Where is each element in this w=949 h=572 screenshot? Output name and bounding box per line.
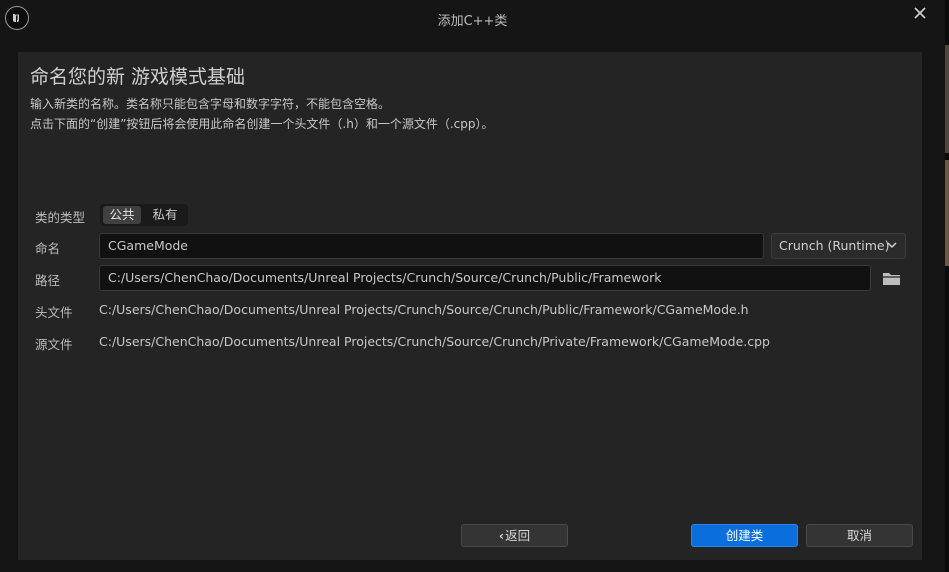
back-button[interactable]: ‹返回 (461, 524, 568, 547)
background-thumb-1 (945, 45, 949, 153)
header-file-path: C:/Users/ChenChao/Documents/Unreal Proje… (99, 302, 749, 317)
header-file-label: 头文件 (35, 305, 73, 320)
close-icon (914, 7, 926, 19)
class-type-toggle: 公共 私有 (100, 204, 188, 226)
cancel-button[interactable]: 取消 (806, 524, 913, 547)
create-class-button[interactable]: 创建类 (691, 524, 798, 547)
chevron-down-icon (887, 242, 897, 249)
content-panel: 命名您的新 游戏模式基础 输入新类的名称。类名称只能包含字母和数字字符，不能包含… (18, 52, 922, 560)
close-button[interactable] (908, 3, 932, 25)
chevron-left-icon: ‹ (498, 528, 505, 543)
background-thumb-2 (945, 160, 949, 266)
module-dropdown[interactable]: Crunch (Runtime) (771, 233, 906, 259)
folder-icon (883, 273, 900, 285)
source-file-path: C:/Users/ChenChao/Documents/Unreal Proje… (99, 334, 770, 349)
browse-folder-button[interactable] (882, 271, 902, 287)
background-window-edge (945, 0, 949, 572)
class-type-public-option[interactable]: 公共 (103, 206, 141, 224)
description-line-2: 点击下面的“创建”按钮后将会使用此命名创建一个头文件（.h）和一个源文件（.cp… (30, 117, 494, 131)
description-line-1: 输入新类的名称。类名称只能包含字母和数字字符，不能包含空格。 (30, 97, 391, 111)
source-file-label: 源文件 (35, 337, 73, 352)
class-type-private-option[interactable]: 私有 (146, 206, 184, 224)
name-label: 命名 (35, 241, 61, 256)
page-title: 命名您的新 游戏模式基础 (30, 66, 246, 88)
path-input[interactable]: C:/Users/ChenChao/Documents/Unreal Proje… (99, 265, 871, 291)
class-name-input[interactable]: CGameMode (99, 233, 764, 259)
title-bar: 添加C++类 (0, 0, 945, 36)
class-type-label: 类的类型 (35, 210, 86, 225)
back-button-label: 返回 (505, 528, 531, 543)
module-dropdown-value: Crunch (Runtime) (779, 238, 890, 253)
window-title: 添加C++类 (437, 14, 508, 29)
add-cpp-class-dialog: 添加C++类 命名您的新 游戏模式基础 输入新类的名称。类名称只能包含字母和数字… (0, 0, 945, 572)
path-label: 路径 (35, 273, 61, 288)
